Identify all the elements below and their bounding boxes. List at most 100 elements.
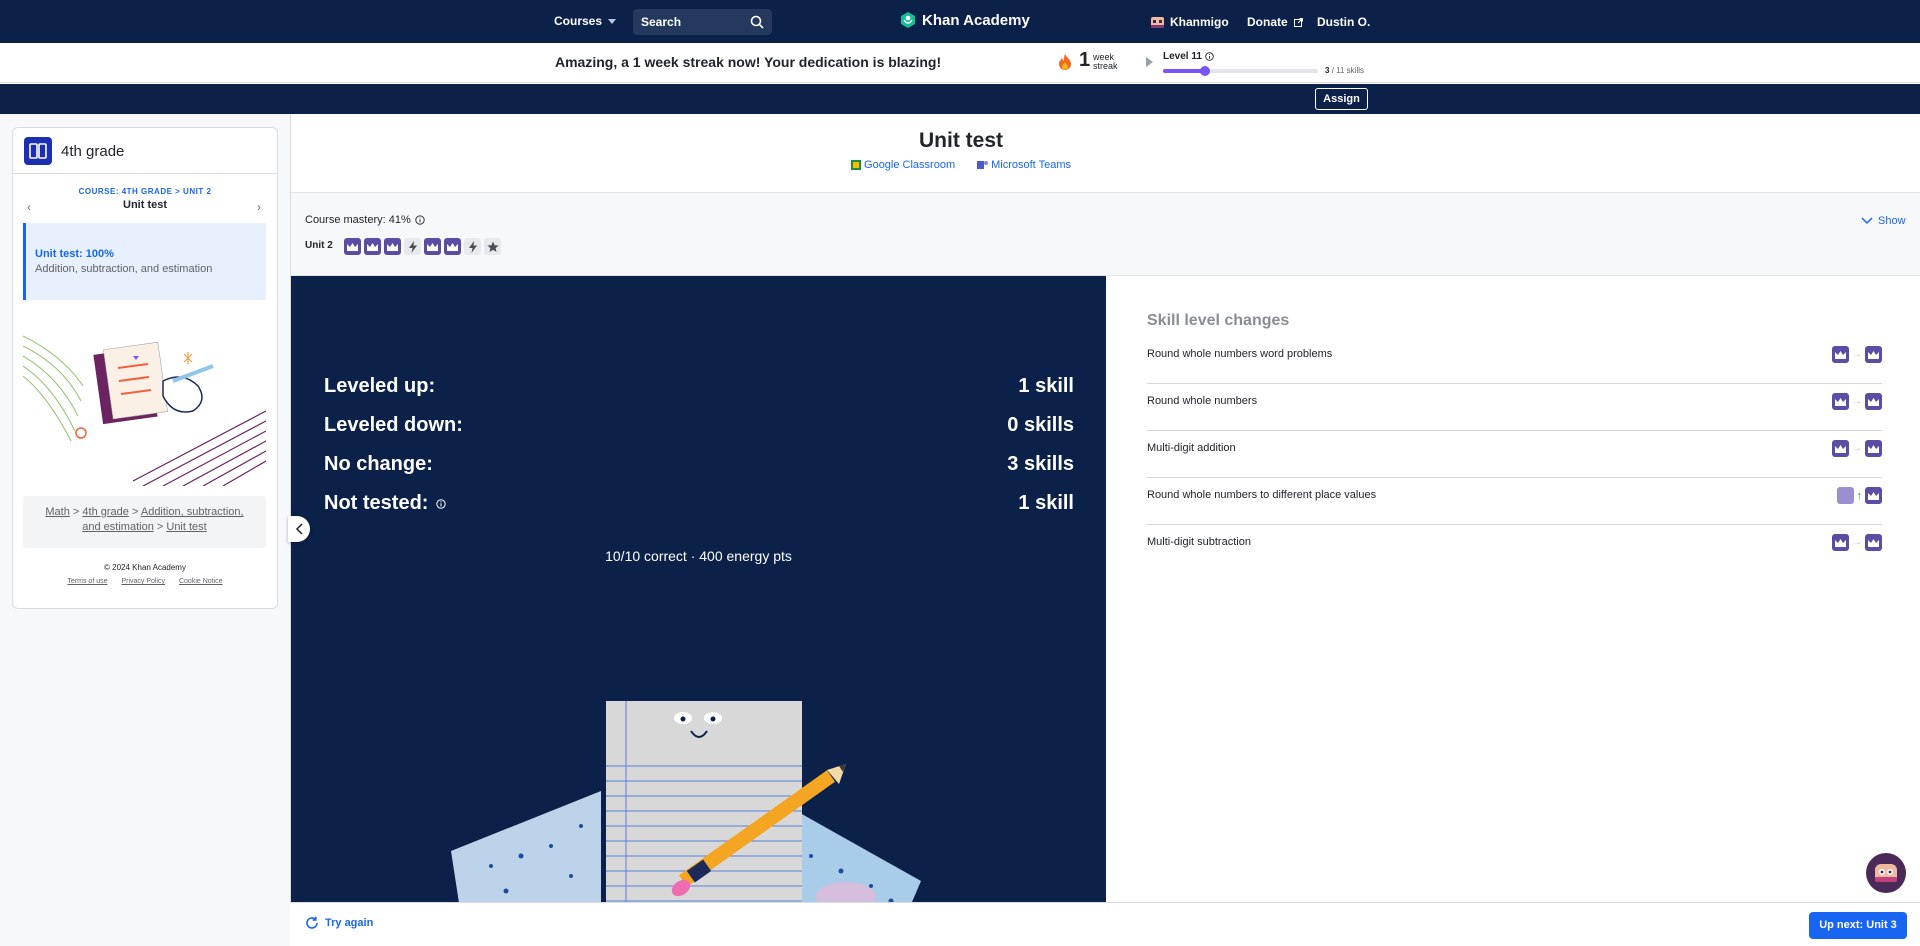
mastered-crown-icon [1865,534,1882,551]
show-toggle[interactable]: Show [1861,215,1906,227]
level-progress-bar [1163,66,1318,76]
breadcrumb-sep: > [72,506,80,518]
result-label: Leveled down: [324,414,463,436]
course-header[interactable]: 4th grade [24,137,124,165]
breadcrumb-unit-test[interactable]: Unit test [166,521,206,533]
copyright: © 2024 Khan Academy [104,563,186,572]
chevron-left-icon[interactable]: ‹ [27,200,31,214]
courses-label: Courses [554,14,603,28]
result-label: Not tested: [324,492,429,514]
course-title: 4th grade [61,142,125,160]
breadcrumb: Math > 4th grade > Addition, subtraction… [23,496,266,548]
unit-test-score: Unit test: 100% [35,248,114,260]
google-classroom-icon [851,160,862,170]
skill-name: Multi-digit addition [1147,442,1236,454]
score-summary: 10/10 correct · 400 energy pts [605,548,792,564]
level-progress-fill [1163,69,1205,73]
khanmigo-link[interactable]: Khanmigo [1151,15,1229,29]
search-placeholder: Search [641,15,682,29]
mastered-crown-icon[interactable] [444,238,461,255]
up-next-button[interactable]: Up next: Unit 3 [1809,912,1907,939]
cookie-link[interactable]: Cookie Notice [179,578,223,585]
teams-icon [977,161,989,169]
breadcrumb-sep: > [131,506,139,518]
mastered-crown-icon[interactable] [424,238,441,255]
breadcrumb-topic-cont[interactable]: and estimation [82,521,154,533]
unit-test-star-icon[interactable] [484,238,501,255]
try-again-button[interactable]: Try again [305,916,373,930]
courses-menu[interactable]: Courses [554,14,617,28]
skill-changes-heading: Skill level changes [1147,312,1290,329]
breadcrumb-grade[interactable]: 4th grade [82,506,128,518]
quiz-lightning-icon[interactable] [464,238,481,255]
streak-count: 1 [1079,49,1091,71]
skill-row: Round whole numbers → [1147,384,1882,431]
arrow-right-icon: → [1852,443,1862,454]
streak-message: Amazing, a 1 week streak now! Your dedic… [555,54,942,70]
skills-progress: 3 / 11 skills [1325,66,1920,75]
arrow-up-icon: ↑ [1856,489,1863,502]
info-icon[interactable] [436,499,446,509]
sidebar-item-unit-test[interactable]: Unit test: 100% Addition, subtraction, a… [23,223,266,300]
search-input[interactable]: Search [633,9,772,35]
course-mastery-label: Course mastery: 41% [305,214,411,226]
mastered-crown-icon [1865,487,1882,504]
info-icon[interactable] [1205,52,1214,61]
skill-list: Round whole numbers word problems → Round … [1147,337,1882,572]
skill-level-changes: Skill level changes Round whole numbers … [1147,312,1882,572]
assign-button[interactable]: Assign [1315,88,1368,110]
streak-unit: week streak [1093,53,1118,71]
mastered-crown-icon [1832,346,1849,363]
search-icon[interactable] [750,15,764,29]
khan-logo-icon [901,12,915,28]
skill-row: Multi-digit addition → [1147,431,1882,478]
chevron-right-icon[interactable]: › [257,200,261,214]
result-row: Leveled down: 0 skills [324,414,1074,437]
breadcrumb-math[interactable]: Math [45,506,69,518]
course-unit-crumb[interactable]: COURSE: 4TH GRADE > UNIT 2 [13,187,277,196]
breadcrumb-topic[interactable]: Addition, subtraction, [141,506,244,518]
terms-link[interactable]: Terms of use [67,578,107,585]
mastery-icons [344,238,501,255]
mastered-crown-icon[interactable] [344,238,361,255]
microsoft-teams-link[interactable]: Microsoft Teams [977,159,1071,171]
skill-row: Round whole numbers to different place v… [1147,478,1882,525]
privacy-link[interactable]: Privacy Policy [121,578,165,585]
khanmigo-icon [1151,16,1164,28]
khan-academy-logo[interactable]: Khan Academy [899,11,1030,29]
khanmigo-avatar-icon [1875,864,1897,882]
unit-test-topic: Addition, subtraction, and estimation [35,263,213,275]
arrow-right-icon: → [1852,349,1862,360]
bottom-bar: Try again Up next: Unit 3 [290,902,1920,946]
chevron-down-icon [1861,217,1873,225]
user-name: Dustin O. [1317,15,1371,29]
result-row: Not tested: 1 skill [324,492,1074,515]
quiz-lightning-icon[interactable] [404,238,421,255]
mastered-crown-icon[interactable] [384,238,401,255]
sidebar-unit-title: Unit test [123,199,167,211]
google-classroom-link[interactable]: Google Classroom [851,159,955,171]
assign-band: Assign [0,84,1920,114]
unit-illustration [23,335,266,486]
external-link-icon [1293,17,1303,27]
result-label: Leveled up: [324,375,436,397]
book-icon [24,137,52,165]
play-icon[interactable] [1146,57,1153,67]
result-label: No change: [324,453,433,475]
result-value: 1 skill [1018,375,1074,397]
results-panel: Leveled up: 1 skill Leveled down: 0 skil… [291,276,1106,906]
khanmigo-helper-button[interactable] [1866,853,1906,893]
skill-change: → [1832,440,1882,457]
level-progress-knob [1199,66,1210,76]
skills-total: / 11 skills [1331,66,1364,75]
info-icon[interactable] [415,215,425,225]
mastered-crown-icon[interactable] [364,238,381,255]
result-row: No change: 3 skills [324,453,1074,476]
legal-links: Terms of use Privacy Policy Cookie Notic… [13,578,277,585]
mastered-crown-icon [1832,393,1849,410]
user-menu[interactable]: Dustin O. [1317,15,1370,29]
donate-link[interactable]: Donate [1247,15,1303,29]
level-label: Level 11 [1163,51,1214,62]
skill-change: → [1832,393,1882,410]
breadcrumb-sep: > [156,521,164,533]
